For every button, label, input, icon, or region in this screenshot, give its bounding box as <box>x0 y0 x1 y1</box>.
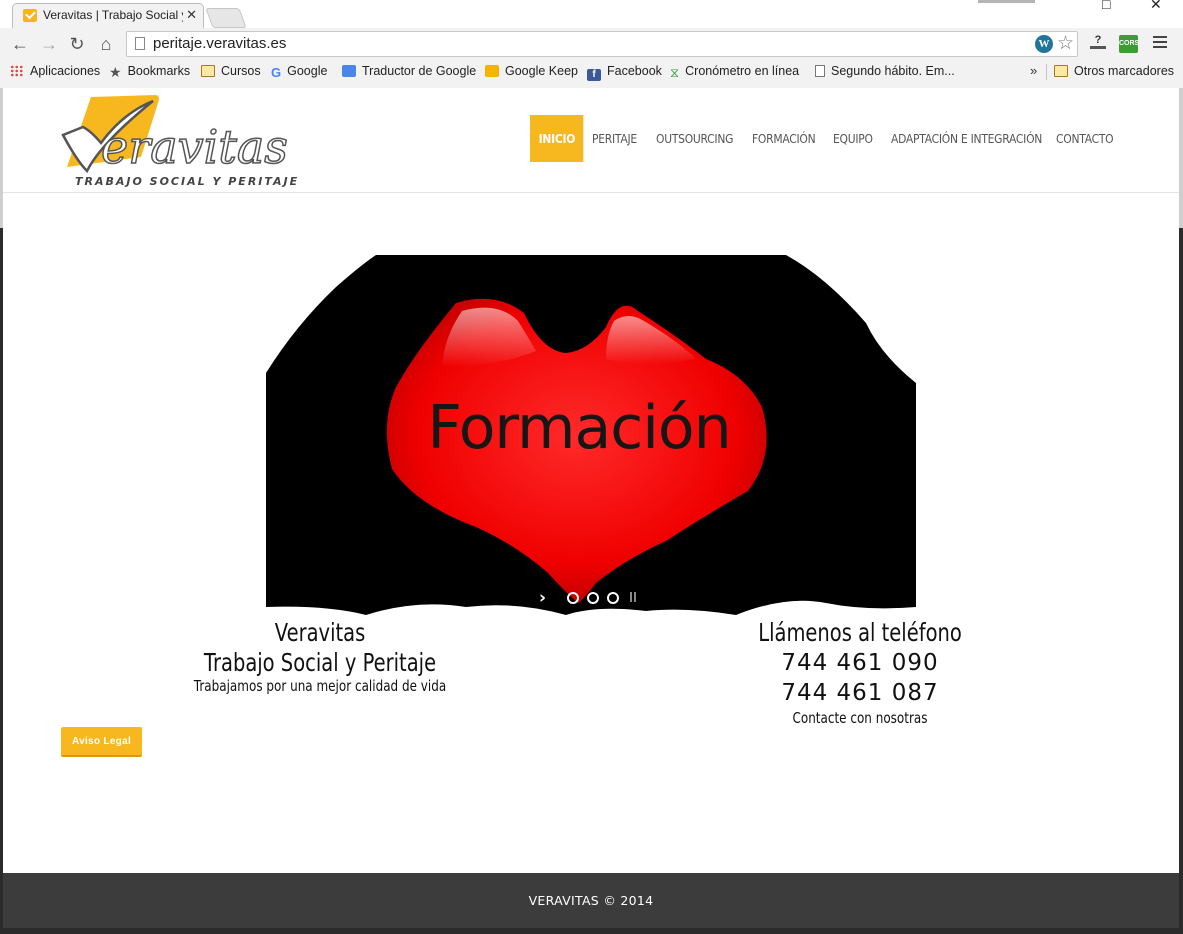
footer-copyright: VERAVITAS © 2014 <box>528 893 654 908</box>
browser-toolbar: ← → ↻ ⌂ W ☆ ? CORS <box>0 28 1183 61</box>
company-subtitle: Trabajo Social y Peritaje <box>203 648 437 677</box>
company-name: Veravitas <box>274 618 366 647</box>
bookmark-facebook[interactable]: f Facebook <box>587 64 662 81</box>
star-icon: ★ <box>109 64 122 80</box>
slider-pause-icon[interactable] <box>630 592 636 602</box>
keep-icon <box>485 65 499 77</box>
tab-strip: Veravitas | Trabajo Social y ✕ □ ✕ <box>0 0 1183 28</box>
tab-title: Veravitas | Trabajo Social y <box>43 8 183 22</box>
folder-icon <box>1054 65 1068 77</box>
bookmarks-bar: Aplicaciones ★ Bookmarks Cursos G Google T… <box>0 61 1183 83</box>
contact-note: Contacte con nosotras <box>792 709 928 727</box>
window-close-icon[interactable]: ✕ <box>1150 0 1162 13</box>
window-frame-right <box>1179 88 1183 934</box>
nav-item-outsourcing[interactable]: OUTSOURCING <box>656 115 733 162</box>
facebook-icon: f <box>587 69 601 81</box>
url-input[interactable] <box>153 35 953 52</box>
new-tab-button[interactable] <box>205 8 247 28</box>
contact-info-block: Llámenos al teléfono 744 461 090 744 461… <box>660 618 1060 728</box>
window-maximize-icon[interactable]: □ <box>1102 0 1110 12</box>
veravitas-logo[interactable]: eravitas TRABAJO SOCIAL Y PERITAJE <box>61 91 326 189</box>
home-icon[interactable]: ⌂ <box>96 34 116 54</box>
site-footer: VERAVITAS © 2014 <box>3 873 1179 928</box>
slider-next-icon[interactable]: › <box>539 588 546 608</box>
document-icon <box>815 65 825 77</box>
reload-icon[interactable]: ↻ <box>67 34 87 54</box>
wordpress-extension-icon[interactable]: W <box>1035 35 1053 53</box>
aviso-legal-button[interactable]: Aviso Legal <box>61 727 142 757</box>
bookmark-google[interactable]: G Google <box>271 64 327 80</box>
slider-dot-1[interactable] <box>567 592 579 604</box>
contact-heading: Llámenos al teléfono <box>758 618 962 647</box>
bookmark-star-icon[interactable]: ☆ <box>1057 32 1074 55</box>
nav-item-equipo[interactable]: EQUIPO <box>833 115 873 162</box>
browser-tab[interactable]: Veravitas | Trabajo Social y ✕ <box>12 3 204 28</box>
window-frame-left <box>0 88 3 934</box>
bookmark-segundo-habito[interactable]: Segundo hábito. Em... <box>815 64 955 78</box>
address-bar[interactable]: W ☆ <box>126 31 1078 57</box>
bookmark-cursos[interactable]: Cursos <box>201 64 261 78</box>
bookmark-google-keep[interactable]: Google Keep <box>485 64 578 78</box>
browser-menu-icon[interactable] <box>1153 36 1167 51</box>
tab-close-icon[interactable]: ✕ <box>186 7 197 23</box>
extension-help-icon[interactable]: ? <box>1088 34 1108 54</box>
logo-graphic: eravitas TRABAJO SOCIAL Y PERITAJE <box>61 95 299 188</box>
google-icon: G <box>271 65 282 80</box>
page-info-icon[interactable] <box>135 37 145 50</box>
folder-icon <box>201 65 215 77</box>
nav-item-contacto[interactable]: CONTACTO <box>1056 115 1114 162</box>
browser-chrome: Veravitas | Trabajo Social y ✕ □ ✕ ← → ↻… <box>0 0 1183 89</box>
nav-item-formacion[interactable]: FORMACIÓN <box>752 115 816 162</box>
company-tagline: Trabajamos por una mejor calidad de vida <box>193 677 447 695</box>
phone-number-1[interactable]: 744 461 090 <box>660 648 1060 678</box>
company-info-block: Veravitas Trabajo Social y Peritaje Trab… <box>120 618 520 695</box>
slider-dot-2[interactable] <box>587 592 599 604</box>
veravitas-favicon-icon <box>23 9 37 22</box>
window-minimize-indicator <box>978 0 1035 3</box>
slider-dot-3[interactable] <box>607 592 619 604</box>
bookmark-bookmarks[interactable]: ★ Bookmarks <box>109 64 190 80</box>
cors-extension-icon[interactable]: CORS <box>1119 35 1139 53</box>
stopwatch-icon: ⧖ <box>670 65 680 80</box>
image-slider[interactable]: Formación › <box>266 255 916 618</box>
apps-grid-icon <box>10 65 24 77</box>
bookmark-otros-marcadores[interactable]: Otros marcadores <box>1054 64 1174 78</box>
phone-number-2[interactable]: 744 461 087 <box>660 678 1060 708</box>
bookmarks-separator <box>1046 64 1047 80</box>
site-header: eravitas TRABAJO SOCIAL Y PERITAJE INICI… <box>3 88 1179 193</box>
forward-arrow-icon[interactable]: → <box>39 34 59 54</box>
bookmark-traductor[interactable]: Traductor de Google <box>342 64 476 78</box>
bookmark-cronometro[interactable]: ⧖ Cronómetro en línea <box>670 64 799 80</box>
nav-item-peritaje[interactable]: PERITAJE <box>592 115 637 162</box>
nav-item-inicio[interactable]: INICIO <box>530 115 584 162</box>
logo-wordmark: eravitas <box>101 120 288 174</box>
nav-item-adaptacion[interactable]: ADAPTACIÓN E INTEGRACIÓN <box>891 115 1042 162</box>
back-arrow-icon[interactable]: ← <box>10 34 30 54</box>
logo-tagline: TRABAJO SOCIAL Y PERITAJE <box>75 175 299 188</box>
slide-heading: Formación <box>427 393 731 463</box>
more-bookmarks-chevron-icon[interactable]: » <box>1030 63 1037 78</box>
translate-icon <box>342 65 356 77</box>
window-frame-bottom <box>0 928 1183 934</box>
bookmark-aplicaciones[interactable]: Aplicaciones <box>10 64 100 78</box>
